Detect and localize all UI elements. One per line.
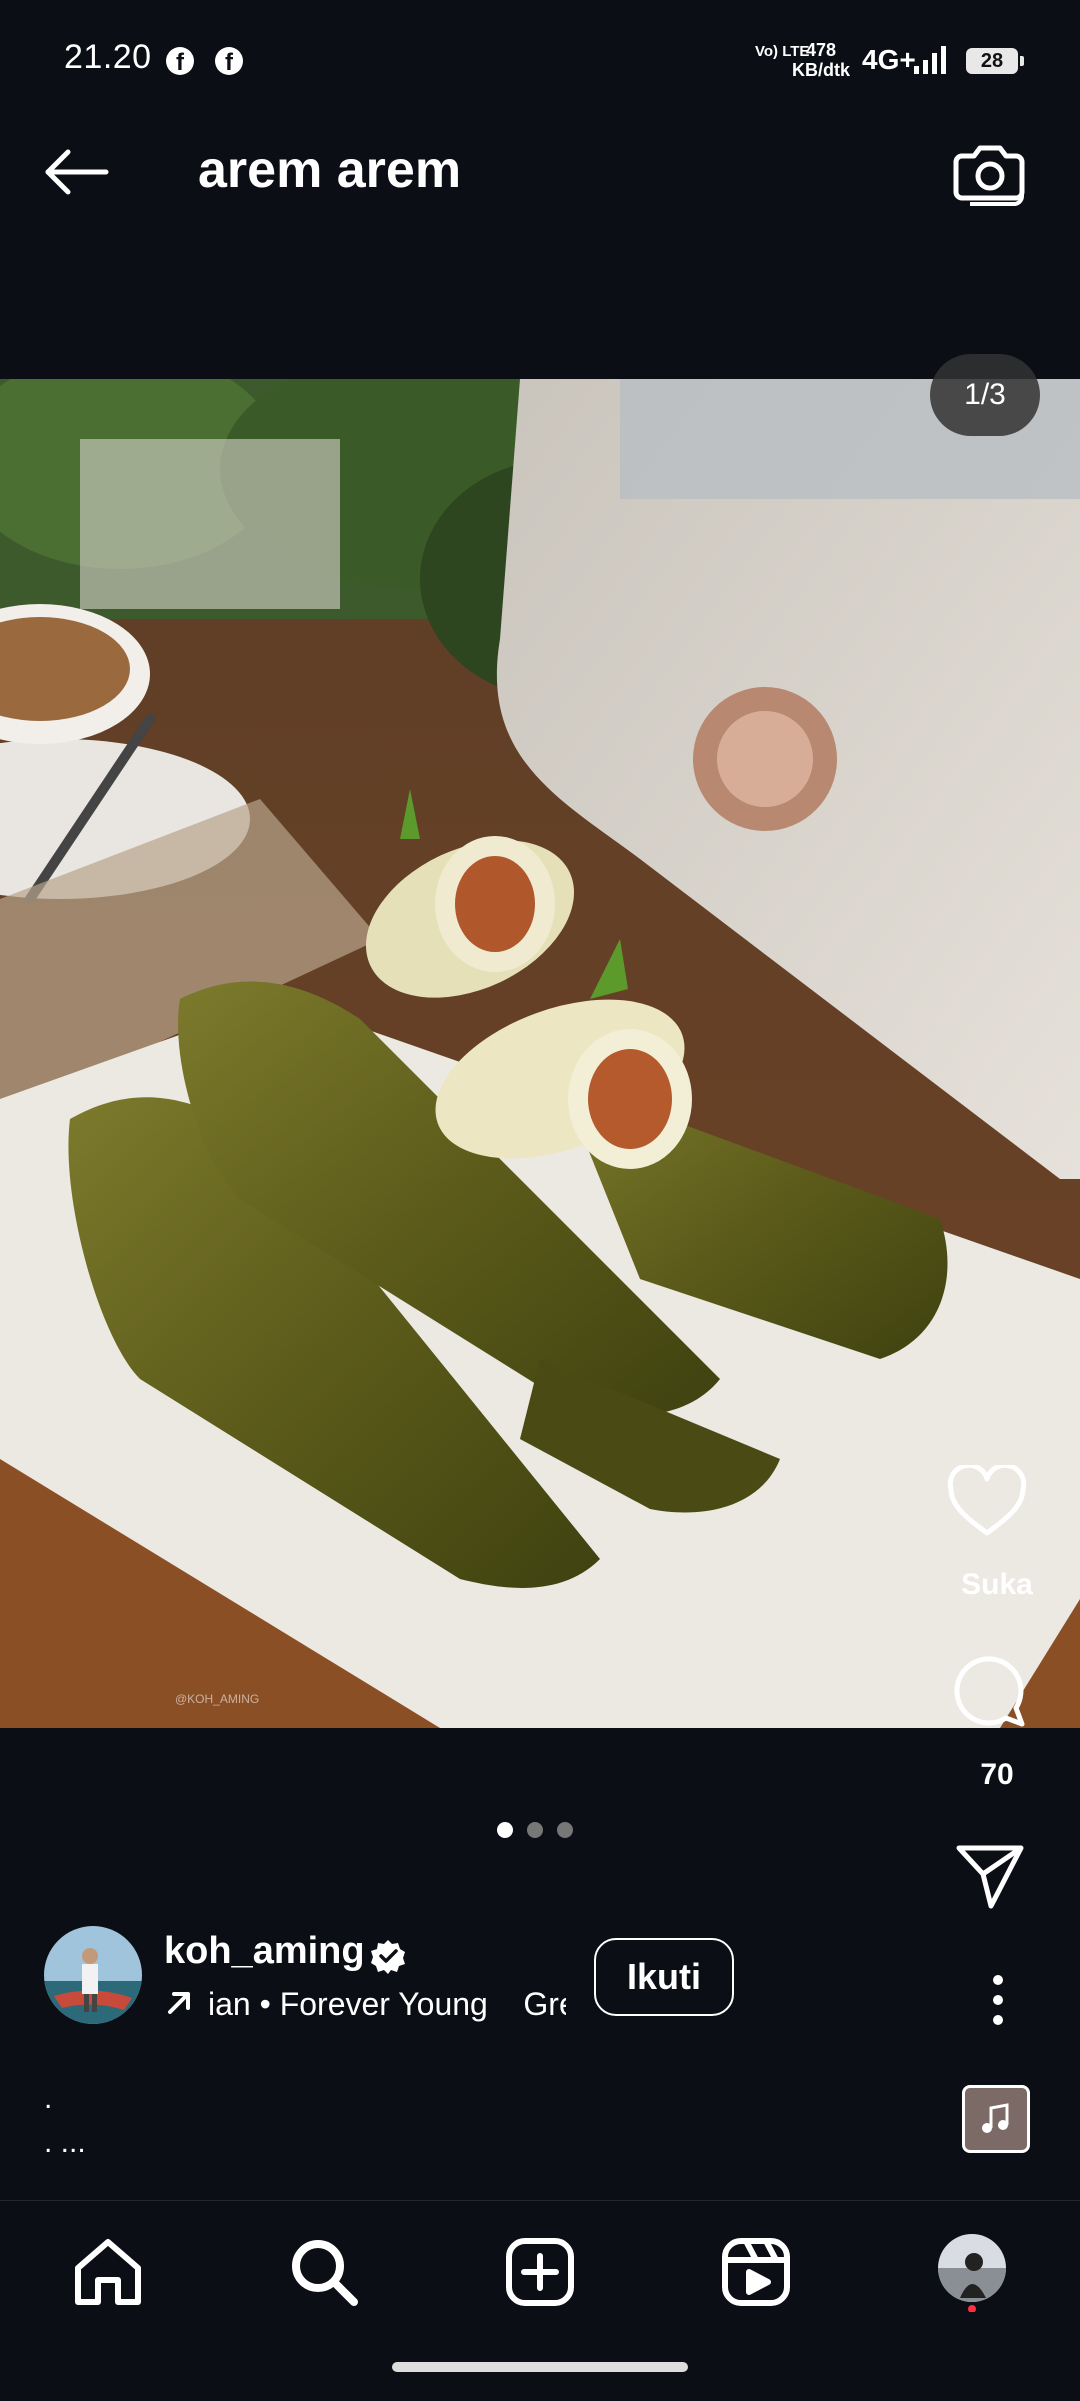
battery-indicator: 28 [966,48,1024,74]
carousel-dot-1 [497,1822,513,1838]
post-photo[interactable]: @KOH_AMING [0,379,1080,1728]
nav-home-button[interactable] [68,2232,148,2312]
more-vertical-icon [993,1975,1003,2025]
network-speed-value: 478 [805,40,837,60]
create-icon [506,2238,574,2306]
profile-avatar-icon [938,2234,1006,2302]
carousel-dot-2 [527,1822,543,1838]
comment-count: 70 [980,1758,1014,1791]
carousel-dot-3 [557,1822,573,1838]
camera-button[interactable] [952,138,1030,208]
heart-icon [947,1465,1027,1536]
back-button[interactable] [36,142,116,202]
watermark: @KOH_AMING [175,1692,259,1706]
follow-button[interactable]: Ikuti [594,1938,734,2016]
image-counter-badge: 1/3 [930,354,1040,436]
send-icon [956,1845,1024,1909]
audio-track-button[interactable] [962,2085,1030,2153]
home-indicator[interactable] [392,2362,688,2372]
facebook-notification-icon: f [215,47,243,75]
network-type: 4G+ [862,44,916,75]
nav-search-button[interactable] [284,2232,364,2312]
signal-strength-icon [914,46,946,74]
arrow-up-right-icon [168,1992,190,2014]
share-button[interactable] [955,1840,1025,1910]
verified-icon [371,1940,405,1974]
author-username[interactable]: koh_aming [164,1930,365,1973]
nav-profile-button[interactable] [932,2232,1012,2312]
comment-icon [954,1656,1025,1727]
nav-create-button[interactable] [500,2232,580,2312]
nav-reels-button[interactable] [716,2232,796,2312]
camera-icon [953,145,1025,206]
network-speed-unit: KB/dtk [792,60,850,80]
back-arrow-icon [45,149,109,195]
more-options-button[interactable] [978,1972,1018,2028]
caption-line[interactable]: . ... [44,2126,86,2160]
author-avatar[interactable] [44,1926,142,2024]
caption-line: . [44,2082,53,2115]
status-time: 21.20 [64,38,152,76]
music-ticker[interactable]: ian • Forever Young Gre [164,1986,566,2026]
home-icon [75,2239,141,2305]
notification-dot [968,2305,976,2312]
facebook-notification-icon: f [166,47,194,75]
reels-icon [722,2238,790,2306]
carousel-indicator [497,1822,573,1838]
page-title: arem arem [198,141,462,199]
like-label: Suka [961,1568,1033,1601]
search-icon [292,2240,358,2306]
music-note-icon [982,2103,1009,2133]
like-button[interactable] [947,1465,1027,1539]
music-text: ian • Forever Young Gre [208,1986,566,2022]
comment-button[interactable] [950,1652,1028,1730]
network-speed: 478 KB/dtk [792,40,850,80]
